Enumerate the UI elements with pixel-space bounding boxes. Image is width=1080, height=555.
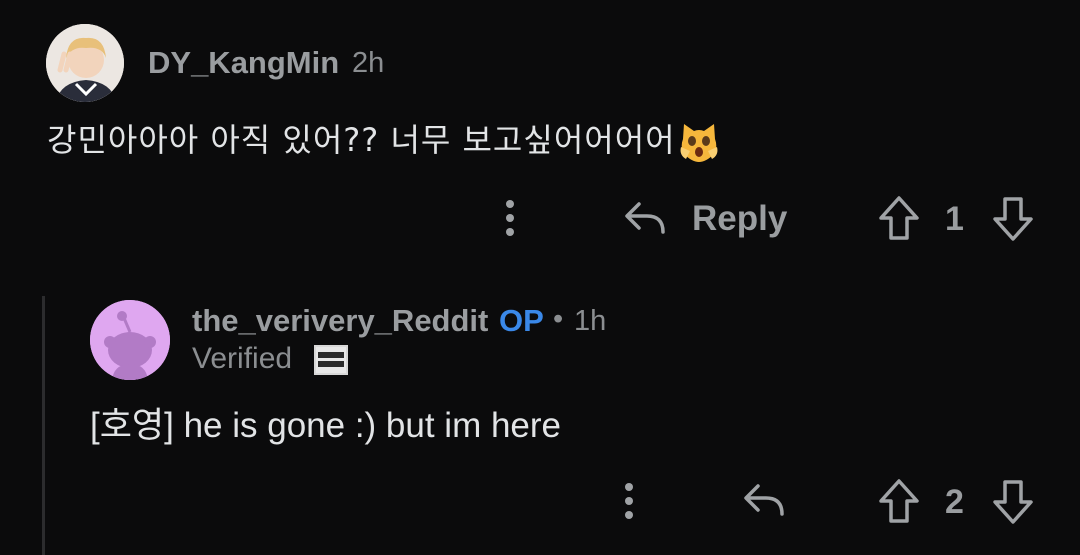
op-username[interactable]: the_verivery_Reddit (192, 303, 488, 339)
downvote-icon[interactable] (992, 479, 1034, 525)
downvote-icon[interactable] (992, 196, 1034, 242)
verivery-logo-icon (314, 345, 348, 375)
comment-text: 강민아아아 아직 있어?? 너무 보고싶어어어어 (47, 121, 676, 159)
more-options-icon[interactable] (503, 198, 517, 238)
comment-body: [호영] he is gone :) but im here (90, 406, 562, 445)
snoo-avatar[interactable] (90, 300, 170, 380)
vote-count: 1 (945, 200, 964, 238)
vote-count: 2 (945, 483, 964, 521)
comment-actions: Reply 1 (0, 188, 1080, 248)
screaming-cat-emoji-icon (678, 121, 720, 163)
upvote-icon[interactable] (878, 195, 920, 241)
comment-timestamp: 1h (574, 305, 607, 337)
comment-actions: 2 (0, 472, 1080, 532)
user-flair: Verified (192, 342, 293, 375)
comment-body: 강민아아아 아직 있어?? 너무 보고싶어어어어 (47, 115, 720, 163)
reply-icon[interactable] (623, 198, 667, 238)
op-badge: OP (499, 303, 544, 338)
comment-username[interactable]: DY_KangMin (148, 45, 339, 81)
upvote-icon[interactable] (878, 478, 920, 524)
comment-timestamp: 2h (352, 47, 385, 79)
separator-dot: • (553, 303, 564, 335)
reply-icon[interactable] (742, 480, 786, 520)
user-avatar[interactable] (46, 24, 124, 102)
more-options-icon[interactable] (622, 481, 636, 521)
reply-button[interactable]: Reply (692, 199, 787, 239)
